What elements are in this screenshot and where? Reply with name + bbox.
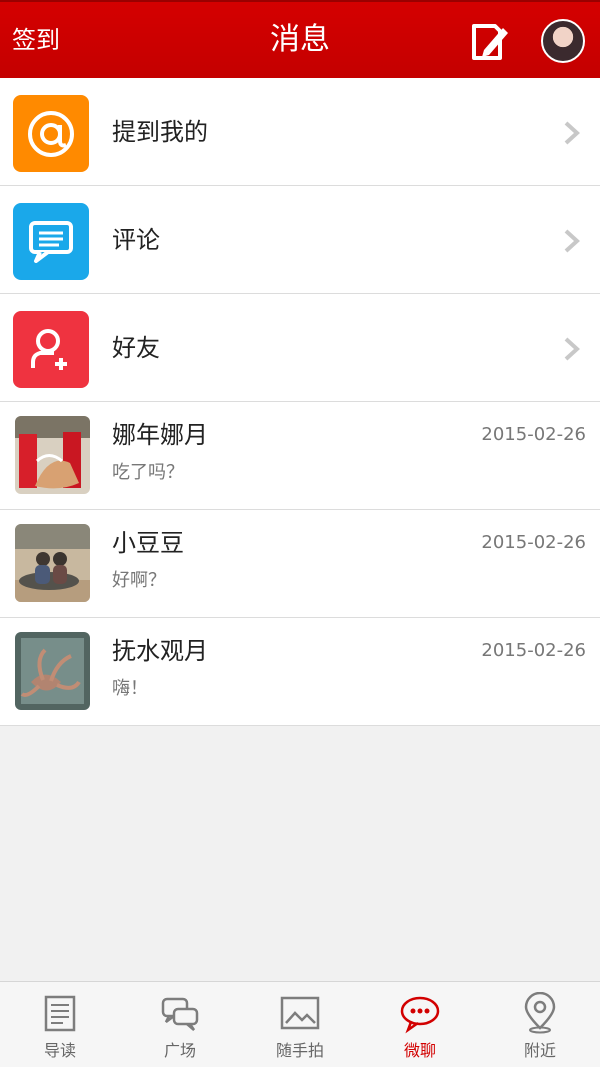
tab-chat[interactable]: 微聊: [360, 982, 480, 1067]
top-header: 签到 消息: [0, 0, 600, 78]
tab-label: 随手拍: [275, 1041, 324, 1060]
app: 签到 消息 提到我的 评论 好友 娜年娜月 吃了吗？ 2015-02-26 小豆…: [0, 0, 600, 1067]
chevron-right-icon: [563, 336, 581, 362]
tab-square[interactable]: 广场: [120, 982, 240, 1067]
tab-label: 导读: [43, 1041, 76, 1060]
tab-label: 广场: [163, 1041, 196, 1060]
chat-row[interactable]: 抚水观月 嗨！ 2015-02-26: [0, 618, 600, 726]
edit-icon[interactable]: [470, 20, 510, 64]
bottom-tab-bar: 导读 广场 随手拍 微聊 附近: [0, 981, 600, 1067]
chat-date: 2015-02-26: [481, 424, 586, 445]
menu-row-mentions[interactable]: 提到我的: [0, 78, 600, 186]
contact-avatar: [15, 524, 90, 602]
friends-label: 好友: [112, 334, 160, 362]
chevron-right-icon: [563, 120, 581, 146]
tab-reading[interactable]: 导读: [0, 982, 120, 1067]
comments-label: 评论: [112, 226, 160, 254]
contact-avatar: [15, 632, 90, 710]
chat-row[interactable]: 小豆豆 好啊？ 2015-02-26: [0, 510, 600, 618]
chat-preview: 嗨！: [112, 678, 148, 699]
message-list: 提到我的 评论 好友 娜年娜月 吃了吗？ 2015-02-26 小豆豆 好啊？ …: [0, 78, 600, 726]
mentions-label: 提到我的: [112, 118, 208, 146]
tab-label: 微聊: [403, 1041, 436, 1060]
chat-bubbles-icon: [158, 992, 202, 1034]
contact-avatar: [15, 416, 90, 494]
image-icon: [278, 992, 322, 1034]
location-icon: [518, 991, 562, 1034]
tab-nearby[interactable]: 附近: [480, 982, 600, 1067]
chat-date: 2015-02-26: [481, 532, 586, 553]
chat-contact-name: 娜年娜月: [112, 421, 208, 449]
chat-contact-name: 小豆豆: [112, 529, 184, 557]
chevron-right-icon: [563, 228, 581, 254]
add-friend-icon: [13, 311, 89, 388]
tab-snapshot[interactable]: 随手拍: [240, 982, 360, 1067]
menu-row-friends[interactable]: 好友: [0, 294, 600, 402]
message-icon: [398, 992, 442, 1034]
at-icon: [13, 95, 89, 172]
chat-preview: 吃了吗？: [112, 462, 184, 483]
page-title: 消息: [270, 22, 330, 57]
newspaper-icon: [38, 992, 82, 1034]
comment-icon: [13, 203, 89, 280]
menu-row-comments[interactable]: 评论: [0, 186, 600, 294]
tab-label: 附近: [523, 1041, 556, 1060]
chat-date: 2015-02-26: [481, 640, 586, 661]
chat-preview: 好啊？: [112, 570, 166, 591]
user-avatar[interactable]: [541, 19, 585, 63]
chat-contact-name: 抚水观月: [112, 637, 208, 665]
chat-row[interactable]: 娜年娜月 吃了吗？ 2015-02-26: [0, 402, 600, 510]
